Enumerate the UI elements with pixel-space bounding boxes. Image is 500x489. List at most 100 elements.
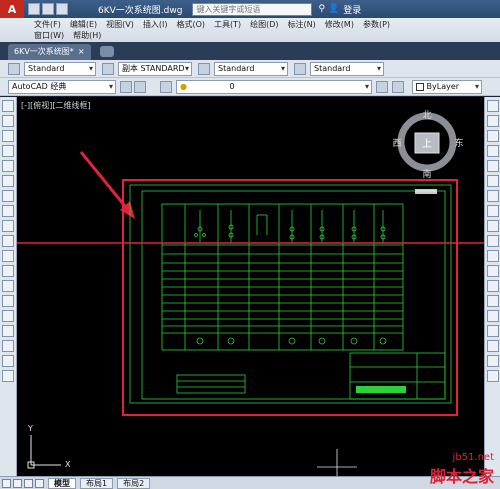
layout-tab-bar: 模型 布局1 布局2 <box>0 476 500 489</box>
table-icon[interactable] <box>2 355 14 367</box>
tab-model[interactable]: 模型 <box>48 477 76 489</box>
styles-toolbar: Standard 副本 STANDARD Standard Standard <box>0 60 500 78</box>
match-properties-icon[interactable] <box>486 370 499 382</box>
trim-icon[interactable] <box>486 235 499 247</box>
main-table <box>161 203 404 351</box>
text-style-select[interactable]: Standard <box>24 62 96 76</box>
move-icon[interactable] <box>486 175 499 187</box>
explode-icon[interactable] <box>486 325 499 337</box>
drawing-svg: 北 南 东 西 上 Y X <box>17 110 484 476</box>
mtext-icon[interactable] <box>2 370 14 382</box>
layer-icon[interactable] <box>486 340 499 352</box>
viewcube-west: 西 <box>392 138 401 149</box>
viewcube-top: 上 <box>422 138 432 150</box>
revision-cloud-icon[interactable] <box>2 205 14 217</box>
binoculars-icon[interactable]: ⚲ <box>318 4 325 14</box>
gradient-icon[interactable] <box>2 325 14 337</box>
offset-icon[interactable] <box>486 145 499 157</box>
point-icon[interactable] <box>2 295 14 307</box>
last-layout-icon[interactable] <box>35 478 44 488</box>
circle-icon[interactable] <box>2 190 14 202</box>
rotate-icon[interactable] <box>486 190 499 202</box>
menu-modify[interactable]: 修改(M) <box>325 19 363 30</box>
close-icon[interactable]: × <box>78 47 85 56</box>
fillet-icon[interactable] <box>486 310 499 322</box>
file-tab-6kv[interactable]: 6KV一次系统图* × <box>8 44 91 60</box>
extend-icon[interactable] <box>486 250 499 262</box>
bus-feeders <box>194 210 386 243</box>
join-icon[interactable] <box>486 280 499 292</box>
first-layout-icon[interactable] <box>2 478 11 488</box>
color-select[interactable]: ByLayer <box>412 80 482 94</box>
dim-style-icon[interactable] <box>102 63 114 75</box>
menu-window[interactable]: 窗口(W) <box>34 30 73 41</box>
workspace-select[interactable]: AutoCAD 经典 <box>8 80 116 94</box>
menu-file[interactable]: 文件(F) <box>34 19 70 30</box>
hatch-icon[interactable] <box>2 310 14 322</box>
table-style-icon[interactable] <box>198 63 210 75</box>
menu-parametric[interactable]: 参数(P) <box>363 19 399 30</box>
menu-format[interactable]: 格式(O) <box>176 19 214 30</box>
menu-edit[interactable]: 编辑(E) <box>70 19 106 30</box>
scale-icon[interactable] <box>486 205 499 217</box>
layer-manager-icon[interactable] <box>160 81 172 93</box>
new-file-icon[interactable] <box>28 3 40 15</box>
menu-help[interactable]: 帮助(H) <box>73 30 110 41</box>
line-tool-icon[interactable] <box>2 100 14 112</box>
polygon-icon[interactable] <box>2 145 14 157</box>
next-layout-icon[interactable] <box>24 478 33 488</box>
make-current-icon[interactable] <box>376 81 388 93</box>
prev-layout-icon[interactable] <box>13 478 22 488</box>
properties-icon[interactable] <box>486 355 499 367</box>
workspace-icon[interactable] <box>134 81 146 93</box>
new-tab-button[interactable] <box>100 46 114 57</box>
menu-dimension[interactable]: 标注(N) <box>288 19 325 30</box>
rectangle-icon[interactable] <box>2 160 14 172</box>
spline-icon[interactable] <box>2 220 14 232</box>
save-icon[interactable] <box>56 3 68 15</box>
open-file-icon[interactable] <box>42 3 54 15</box>
gear-icon[interactable] <box>120 81 132 93</box>
modify-toolbar <box>484 97 500 476</box>
menu-insert[interactable]: 插入(I) <box>143 19 177 30</box>
cursor-crosshair <box>317 449 357 476</box>
ellipse-icon[interactable] <box>2 235 14 247</box>
region-icon[interactable] <box>2 340 14 352</box>
drawing-canvas[interactable]: [-][俯视][二维线框] 北 南 东 西 上 Y X <box>17 97 484 476</box>
arc-icon[interactable] <box>2 175 14 187</box>
ucs-icon <box>27 435 61 469</box>
text-style-icon[interactable] <box>8 63 20 75</box>
watermark-name: 脚本之家 <box>429 467 494 486</box>
erase-icon[interactable] <box>486 100 499 112</box>
break-icon[interactable] <box>486 265 499 277</box>
stretch-icon[interactable] <box>486 220 499 232</box>
copy-icon[interactable] <box>486 115 499 127</box>
quick-access-toolbar <box>28 3 68 15</box>
menu-tools[interactable]: 工具(T) <box>214 19 250 30</box>
layer-select[interactable]: ● 0 <box>176 80 372 94</box>
polyline-icon[interactable] <box>2 130 14 142</box>
table-style-select[interactable]: Standard <box>214 62 288 76</box>
insert-block-icon[interactable] <box>2 265 14 277</box>
login-button[interactable]: 登录 <box>343 3 361 16</box>
menu-view[interactable]: 视图(V) <box>106 19 143 30</box>
mirror-icon[interactable] <box>486 130 499 142</box>
array-icon[interactable] <box>486 160 499 172</box>
make-block-icon[interactable] <box>2 280 14 292</box>
menu-row-2: 窗口(W) 帮助(H) <box>34 30 110 41</box>
autocad-logo[interactable]: A <box>0 0 24 18</box>
multileader-style-select[interactable]: Standard <box>310 62 384 76</box>
tab-layout1[interactable]: 布局1 <box>80 477 114 489</box>
user-icon[interactable]: 👤 <box>328 4 339 14</box>
ellipse-arc-icon[interactable] <box>2 250 14 262</box>
menu-draw[interactable]: 绘图(D) <box>250 19 287 30</box>
bottom-devices <box>196 337 387 345</box>
chamfer-icon[interactable] <box>486 295 499 307</box>
layer-previous-icon[interactable] <box>392 81 404 93</box>
multileader-style-icon[interactable] <box>294 63 306 75</box>
schematic-drawing <box>129 184 452 404</box>
dim-style-select[interactable]: 副本 STANDARD <box>118 62 192 76</box>
tab-layout2[interactable]: 布局2 <box>117 477 151 489</box>
construction-line-icon[interactable] <box>2 115 14 127</box>
search-input[interactable]: 键入关键字或短语 <box>192 2 313 16</box>
